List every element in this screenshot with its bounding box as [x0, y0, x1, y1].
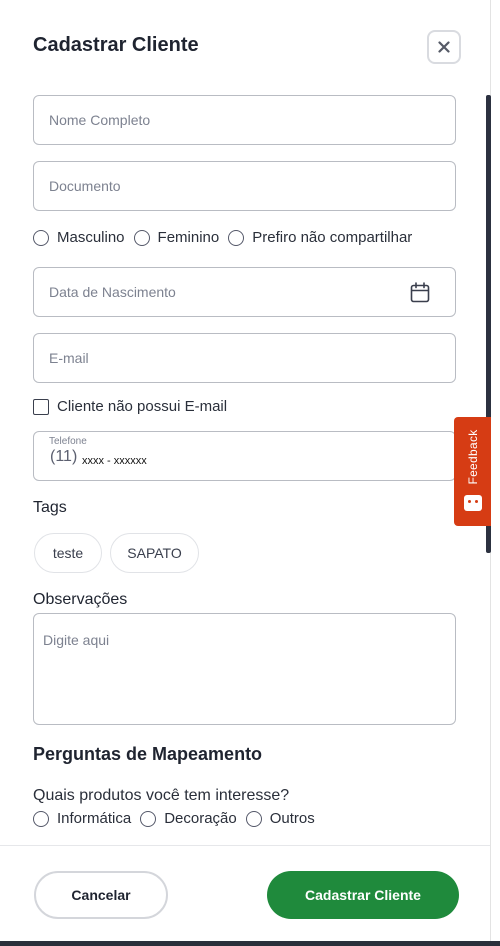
close-button[interactable]	[427, 30, 461, 64]
document-input[interactable]	[34, 162, 455, 210]
gender-option-label: Feminino	[157, 229, 220, 246]
gender-option-label: Masculino	[57, 229, 125, 246]
radio-circle[interactable]	[245, 810, 262, 827]
no-email-label: Cliente não possui E-mail	[57, 398, 228, 415]
notes-label: Observações	[33, 591, 128, 608]
mapping-question: Quais produtos você tem interesse?	[33, 787, 290, 804]
modal-title: Cadastrar Cliente	[33, 34, 199, 56]
full-name-input[interactable]	[34, 96, 455, 144]
interest-radio-outros[interactable]: Outros	[245, 810, 315, 827]
tag-chip-teste[interactable]: teste	[34, 533, 102, 573]
full-name-field	[33, 95, 456, 145]
no-email-checkbox[interactable]	[33, 398, 49, 415]
no-email-checkbox-row[interactable]: Cliente não possui E-mail	[33, 398, 227, 415]
radio-circle[interactable]	[33, 229, 49, 246]
mapping-heading: Perguntas de Mapeamento	[33, 744, 263, 764]
email-input[interactable]	[34, 334, 455, 382]
gender-option-label: Prefiro não compartilhar	[252, 229, 413, 246]
birthdate-field	[33, 267, 456, 317]
calendar-icon[interactable]	[410, 282, 430, 303]
gender-radio-group: Masculino Feminino Prefiro não compartil…	[33, 229, 421, 246]
radio-circle[interactable]	[228, 229, 245, 246]
feedback-tab[interactable]: Feedback	[454, 417, 491, 526]
cancel-button[interactable]: Cancelar	[34, 871, 168, 919]
radio-circle[interactable]	[140, 810, 157, 827]
tag-chip-sapato[interactable]: SAPATO	[110, 533, 199, 573]
phone-value[interactable]: xxxx - xxxxxx	[82, 455, 147, 467]
interest-option-label: Informática	[57, 810, 132, 827]
feedback-label: Feedback	[465, 429, 480, 485]
feedback-icon	[464, 495, 482, 511]
gender-radio-masculino[interactable]: Masculino	[33, 229, 125, 246]
tags-label: Tags	[33, 499, 67, 516]
radio-circle[interactable]	[33, 810, 49, 827]
birthdate-input[interactable]	[34, 268, 455, 316]
interest-radio-group: Informática Decoração Outros	[33, 810, 324, 827]
gender-radio-prefer-not-share[interactable]: Prefiro não compartilhar	[228, 229, 412, 246]
gender-radio-feminino[interactable]: Feminino	[133, 229, 220, 246]
phone-area-code: (11)	[50, 448, 78, 465]
bottom-edge-divider	[0, 941, 500, 946]
phone-field[interactable]: Telefone (11) xxxx - xxxxxx	[33, 431, 456, 481]
close-icon	[438, 41, 450, 53]
interest-option-label: Outros	[269, 810, 315, 827]
notes-field	[33, 613, 456, 725]
notes-textarea[interactable]	[34, 614, 455, 724]
radio-circle[interactable]	[133, 229, 150, 246]
interest-radio-decoracao[interactable]: Decoração	[140, 810, 237, 827]
phone-label: Telefone	[49, 436, 87, 447]
email-field	[33, 333, 456, 383]
document-field	[33, 161, 456, 211]
register-client-modal: Cadastrar Cliente Masculino Feminino Pre…	[0, 0, 491, 946]
submit-button[interactable]: Cadastrar Cliente	[267, 871, 459, 919]
interest-option-label: Decoração	[164, 810, 237, 827]
interest-radio-informatica[interactable]: Informática	[33, 810, 131, 827]
